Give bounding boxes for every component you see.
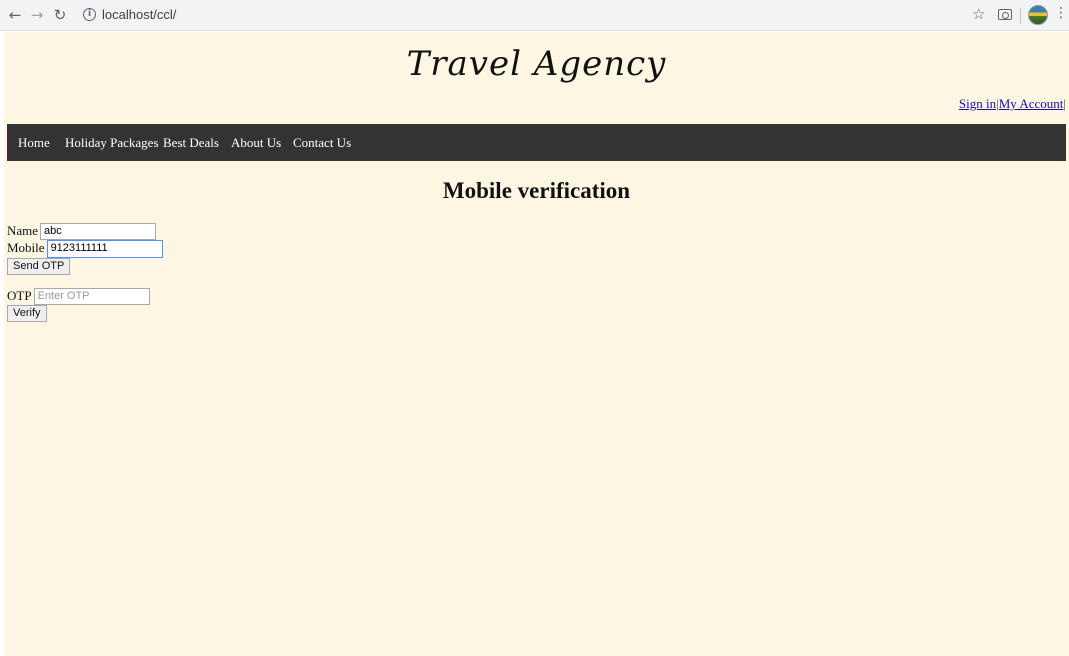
otp-field[interactable]: Enter OTP (33, 288, 150, 305)
url-text[interactable]: localhost/ccl/ (102, 7, 176, 22)
page-body: Travel Agency Sign in|My Account| Home H… (4, 32, 1069, 656)
back-arrow-icon[interactable]: ← (6, 6, 24, 24)
toolbar-divider (1020, 8, 1021, 24)
otp-placeholder: Enter OTP (37, 290, 90, 302)
send-otp-button[interactable]: Send OTP (7, 258, 71, 275)
name-field[interactable]: abc (40, 223, 157, 240)
mobile-label: Mobile (7, 240, 45, 255)
mobile-field[interactable]: 9123111111 (46, 240, 163, 258)
nav-item-home[interactable]: Home (18, 135, 50, 151)
site-logo[interactable]: Travel Agency (4, 44, 1069, 84)
name-row: Name abc (7, 223, 157, 240)
main-navbar: Home Holiday Packages Best Deals About U… (7, 124, 1066, 161)
nav-item-about-us[interactable]: About Us (231, 135, 281, 151)
otp-label: OTP (7, 288, 32, 303)
nav-item-best-deals[interactable]: Best Deals (163, 135, 219, 151)
address-bar[interactable]: i localhost/ccl/ ☆ ⋮ (76, 4, 1068, 27)
my-account-link[interactable]: My Account (999, 96, 1064, 111)
verify-button[interactable]: Verify (7, 305, 47, 322)
otp-row: OTP Enter OTP (7, 288, 150, 305)
name-label: Name (7, 223, 39, 238)
page-title: Mobile verification (442, 178, 631, 203)
reload-icon[interactable]: ↻ (51, 6, 69, 24)
account-links: Sign in|My Account| (959, 96, 1066, 112)
star-icon[interactable]: ☆ (972, 5, 985, 23)
nav-item-holiday-packages[interactable]: Holiday Packages (65, 135, 159, 151)
nav-item-contact-us[interactable]: Contact Us (293, 135, 351, 151)
forward-arrow-icon[interactable]: → (28, 6, 46, 24)
avatar-icon[interactable] (1028, 5, 1048, 25)
camera-icon[interactable] (998, 9, 1012, 20)
browser-toolbar: ← → ↻ i localhost/ccl/ ☆ ⋮ (0, 0, 1069, 31)
kebab-menu-icon[interactable]: ⋮ (1054, 5, 1068, 21)
link-separator-trailing: | (1063, 96, 1066, 111)
mobile-row: Mobile 9123111111 (7, 240, 163, 258)
sign-in-link[interactable]: Sign in (959, 96, 996, 111)
info-icon[interactable]: i (83, 8, 96, 21)
